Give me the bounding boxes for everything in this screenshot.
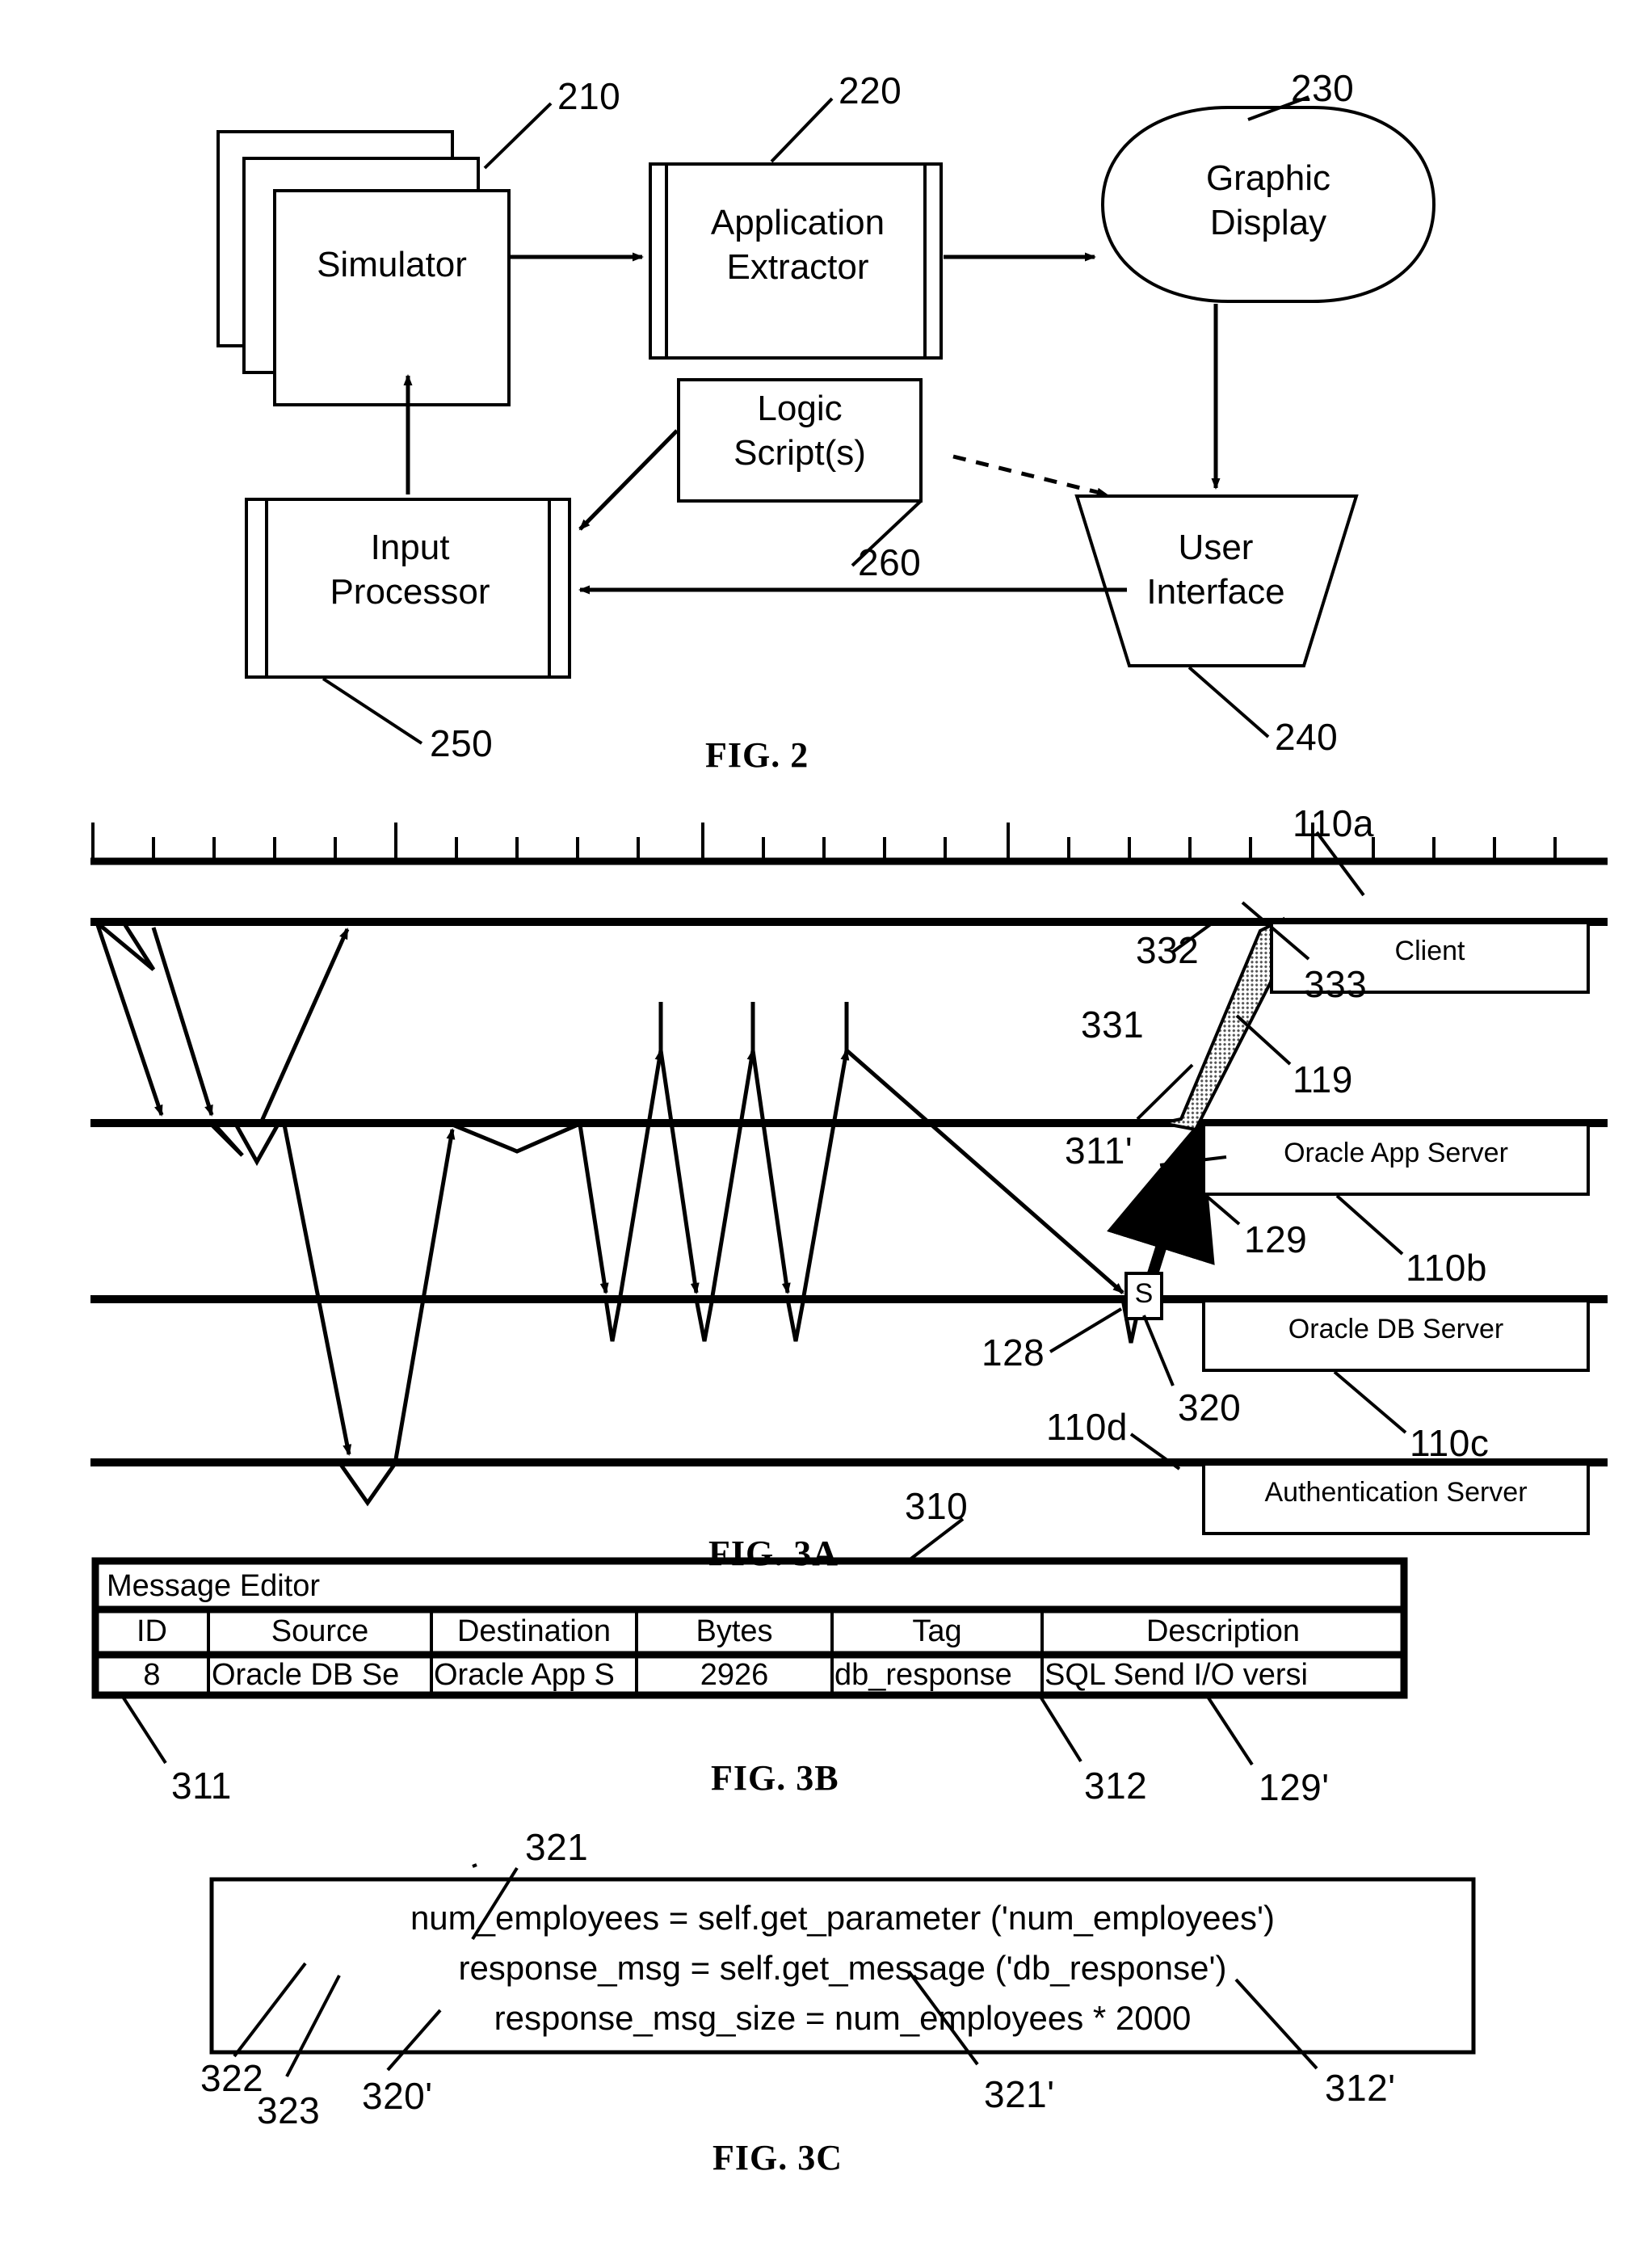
- msg-app-to-db-3: [750, 1050, 791, 1294]
- ref-210: 210: [557, 75, 621, 117]
- ref-250: 250: [430, 722, 494, 764]
- lead-210: [483, 102, 553, 170]
- msg-app-self-3: [452, 1121, 583, 1154]
- ref-320-prime: 320': [362, 2075, 433, 2117]
- logic-scripts-label-line2: Script(s): [734, 433, 866, 473]
- fig2-caption: FIG. 2: [705, 735, 809, 775]
- ref-332: 332: [1136, 929, 1200, 971]
- lane-label-authentication-server: Authentication Server: [1264, 1477, 1528, 1508]
- ref-322: 322: [200, 2057, 264, 2099]
- lane-label-oracle-db-server: Oracle DB Server: [1288, 1314, 1504, 1344]
- lead-220: [770, 97, 834, 163]
- simulator-label: Simulator: [317, 245, 467, 284]
- code-line-1: num_employees = self.get_parameter ('num…: [410, 1899, 1276, 1937]
- patent-drawing-sheet: Simulator Application Extractor Graphic …: [0, 0, 1652, 2251]
- msg-db-to-app-2: [710, 1049, 756, 1297]
- ref-230: 230: [1291, 67, 1355, 109]
- table-row-cell-destination[interactable]: Oracle App S: [434, 1660, 639, 1692]
- user-interface-label-line2: Interface: [1146, 572, 1285, 612]
- lead-110b: [1335, 1194, 1404, 1256]
- ref-129: 129: [1244, 1218, 1308, 1260]
- lead-119: [1235, 1014, 1292, 1066]
- arrow-logicscripts-to-inputproc: [578, 429, 679, 531]
- lead-129prime: [1206, 1695, 1254, 1766]
- lead-128: [1049, 1307, 1123, 1353]
- ref-321-prime: 321': [984, 2073, 1055, 2115]
- msg-app-to-db-1: [578, 1124, 609, 1294]
- msg-app-to-auth-1: [282, 1124, 352, 1456]
- ref-311: 311: [171, 1765, 232, 1807]
- table-row-cell-bytes[interactable]: 2926: [637, 1659, 832, 1692]
- msg-db-self-1: [603, 1297, 623, 1342]
- lead-320: [1142, 1315, 1175, 1386]
- fig3a-caption: FIG. 3A: [708, 1534, 839, 1573]
- user-interface-label-line1: User: [1178, 528, 1254, 567]
- application-extractor-label-line2: Extractor: [726, 247, 869, 287]
- ref-333: 333: [1304, 963, 1368, 1005]
- ref-312: 312: [1084, 1765, 1148, 1807]
- ref-312-prime: 312': [1325, 2067, 1396, 2109]
- input-processor-label-line2: Processor: [330, 572, 490, 612]
- lead-110c: [1333, 1370, 1407, 1434]
- ref-331: 331: [1081, 1003, 1145, 1046]
- msg-app-to-db-2: [658, 1050, 700, 1294]
- msg-db-self-2: [694, 1297, 715, 1342]
- lead-240: [1188, 666, 1270, 738]
- ref-110b: 110b: [1406, 1247, 1487, 1289]
- table-header-destination: Destination: [456, 1614, 612, 1648]
- lead-321-dot: [472, 1863, 477, 1868]
- lane-label-oracle-app-server: Oracle App Server: [1284, 1138, 1508, 1168]
- fig3a-selected-message-8[interactable]: [1107, 1118, 1215, 1299]
- fig3c-caption: FIG. 3C: [713, 2138, 843, 2177]
- ref-119: 119: [1293, 1058, 1353, 1100]
- table-header-bytes: Bytes: [696, 1614, 773, 1648]
- ref-260: 260: [858, 541, 922, 583]
- lead-312: [1039, 1695, 1082, 1763]
- table-header-source: Source: [271, 1614, 369, 1648]
- input-processor-label-line1: Input: [370, 528, 450, 567]
- fig3a-time-ruler: [90, 823, 1608, 865]
- msg-app-to-client-1: [258, 928, 350, 1126]
- msg-auth-self: [337, 1461, 398, 1507]
- lead-311: [121, 1695, 167, 1765]
- code-line-2: response_msg = self.get_message ('db_res…: [458, 1949, 1227, 1987]
- table-header-id: ID: [137, 1614, 167, 1648]
- ref-240: 240: [1275, 716, 1339, 758]
- logic-scripts-label-line1: Logic: [757, 389, 843, 428]
- ref-110c: 110c: [1410, 1422, 1490, 1464]
- ref-320: 320: [1178, 1386, 1242, 1428]
- arrow-ui-to-logicscripts-dashed: [952, 454, 1108, 497]
- lead-250: [322, 677, 423, 745]
- ref-311-prime: 311': [1065, 1130, 1133, 1172]
- ref-129-prime: 129': [1259, 1766, 1330, 1808]
- msg-auth-to-app-1: [393, 1128, 456, 1460]
- msg-db-self-3: [785, 1297, 806, 1342]
- fig3b-caption: FIG. 3B: [711, 1758, 839, 1798]
- msg-client-to-app-2: [151, 927, 214, 1117]
- ref-321: 321: [525, 1826, 589, 1868]
- table-row-cell-description[interactable]: SQL Send I/O versi: [1045, 1660, 1405, 1692]
- ref-128: 128: [982, 1332, 1045, 1374]
- script-marker-label: S: [1134, 1278, 1154, 1309]
- table-header-description: Description: [1145, 1614, 1301, 1648]
- lane-label-client: Client: [1394, 936, 1465, 966]
- ref-110a: 110a: [1293, 802, 1374, 844]
- table-header-tag: Tag: [912, 1614, 962, 1648]
- ref-220: 220: [839, 69, 902, 111]
- code-line-3: response_msg_size = num_employees * 2000: [494, 1999, 1192, 2037]
- msg-db-to-app-1: [618, 1049, 664, 1297]
- message-editor-title: Message Editor: [107, 1569, 321, 1603]
- msg-db-to-app-3: [801, 1049, 850, 1297]
- table-row-cell-source[interactable]: Oracle DB Se: [212, 1660, 438, 1692]
- ref-323: 323: [257, 2089, 321, 2131]
- ref-310: 310: [905, 1485, 969, 1527]
- ref-110d: 110d: [1046, 1406, 1128, 1448]
- msg-app-to-db-4: [845, 1049, 1124, 1294]
- application-extractor-label-line1: Application: [710, 203, 885, 242]
- fig3a-message-arrows: [95, 921, 1143, 1507]
- table-row-cell-id[interactable]: 8: [95, 1659, 208, 1692]
- graphic-display-label-line2: Display: [1209, 203, 1327, 242]
- graphic-display-label-line1: Graphic: [1205, 158, 1331, 198]
- table-row-cell-tag[interactable]: db_response: [834, 1660, 1043, 1692]
